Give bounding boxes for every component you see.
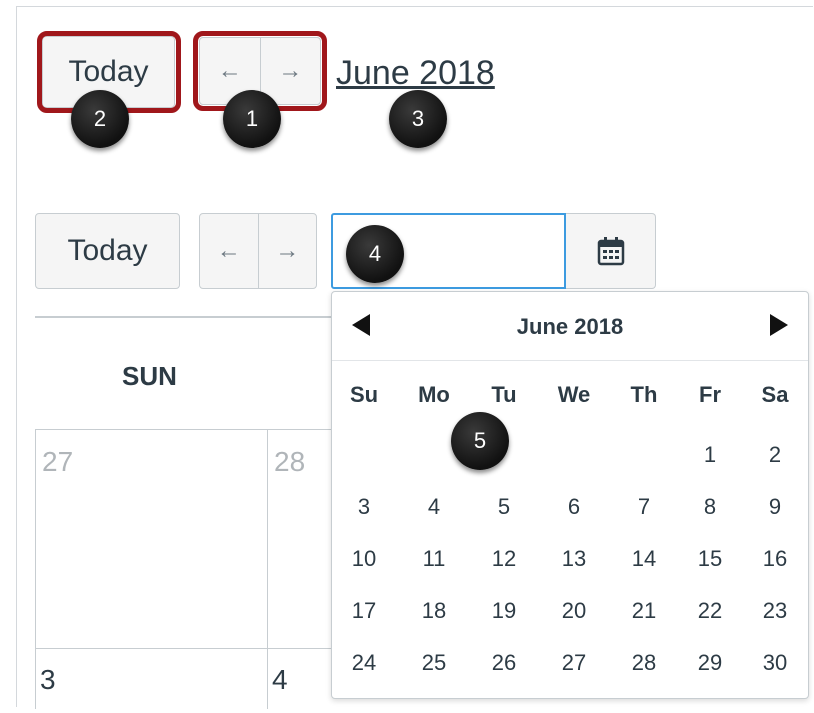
date-picker-day[interactable]: 20	[544, 598, 604, 624]
next-arrow-button-toolbar[interactable]: →	[257, 214, 317, 288]
date-picker-day[interactable]: 23	[745, 598, 805, 624]
month-title-link[interactable]: June 2018	[336, 54, 495, 93]
date-picker-popup: June 2018 Su Mo Tu We Th Fr Sa 123456789…	[331, 291, 809, 699]
next-month-icon[interactable]	[770, 314, 788, 336]
date-picker-day[interactable]: 25	[404, 650, 464, 676]
date-picker-day[interactable]: 14	[614, 546, 674, 572]
date-picker-day[interactable]: 11	[404, 546, 464, 572]
date-picker-day[interactable]: 1	[680, 442, 740, 468]
calendar-day[interactable]: 28	[274, 446, 305, 478]
calendar-day[interactable]: 27	[42, 446, 73, 478]
calendar-day[interactable]: 3	[40, 664, 56, 696]
date-picker-day[interactable]: 16	[745, 546, 805, 572]
date-picker-day[interactable]: 4	[404, 494, 464, 520]
date-picker-day[interactable]: 19	[474, 598, 534, 624]
callout-1: 1	[223, 90, 281, 148]
weekday-header: Mo	[418, 382, 450, 407]
callout-3: 3	[389, 90, 447, 148]
date-picker-day[interactable]: 29	[680, 650, 740, 676]
callout-5: 5	[451, 412, 509, 470]
calendar-picker-button[interactable]	[566, 213, 656, 289]
weekday-header: Sa	[761, 382, 789, 407]
date-picker-day[interactable]: 28	[614, 650, 674, 676]
date-picker-day[interactable]: 8	[680, 494, 740, 520]
date-picker-day[interactable]: 6	[544, 494, 604, 520]
callout-2: 2	[71, 90, 129, 148]
date-picker-day[interactable]: 2	[745, 442, 805, 468]
date-picker-day[interactable]: 26	[474, 650, 534, 676]
date-picker-day[interactable]: 27	[544, 650, 604, 676]
column-header-sun: SUN	[122, 361, 177, 391]
date-picker-day[interactable]: 21	[614, 598, 674, 624]
grid-header-border	[35, 429, 335, 430]
calendar-icon	[597, 237, 624, 266]
date-picker-day[interactable]: 9	[745, 494, 805, 520]
date-picker-day[interactable]: 24	[334, 650, 394, 676]
today-button[interactable]: Today	[35, 213, 180, 289]
date-picker-day[interactable]: 3	[334, 494, 394, 520]
date-picker-day[interactable]: 15	[680, 546, 740, 572]
weekday-header: Su	[349, 382, 379, 407]
weekday-header: We	[557, 382, 591, 407]
grid-row-divider	[35, 648, 335, 649]
grid-col-divider	[267, 429, 268, 709]
grid-left-border	[35, 429, 36, 709]
date-picker-day[interactable]: 17	[334, 598, 394, 624]
date-picker-day[interactable]: 7	[614, 494, 674, 520]
date-picker-day[interactable]: 12	[474, 546, 534, 572]
date-picker-day[interactable]: 10	[334, 546, 394, 572]
date-picker-day[interactable]: 30	[745, 650, 805, 676]
grid-top-border	[35, 316, 335, 318]
date-picker-header: June 2018	[332, 292, 808, 361]
calendar-day[interactable]: 4	[272, 664, 288, 696]
date-picker-day[interactable]: 18	[404, 598, 464, 624]
callout-4: 4	[346, 225, 404, 283]
nav-arrows: ← →	[199, 213, 317, 289]
prev-arrow-button-toolbar[interactable]: ←	[200, 214, 258, 288]
date-picker-month-title: June 2018	[516, 314, 624, 339]
weekday-header: Fr	[699, 382, 721, 407]
date-picker-day[interactable]: 22	[680, 598, 740, 624]
date-picker-day[interactable]: 13	[544, 546, 604, 572]
weekday-header: Tu	[491, 382, 517, 407]
date-picker-day[interactable]: 5	[474, 494, 534, 520]
weekday-header: Th	[630, 382, 658, 407]
